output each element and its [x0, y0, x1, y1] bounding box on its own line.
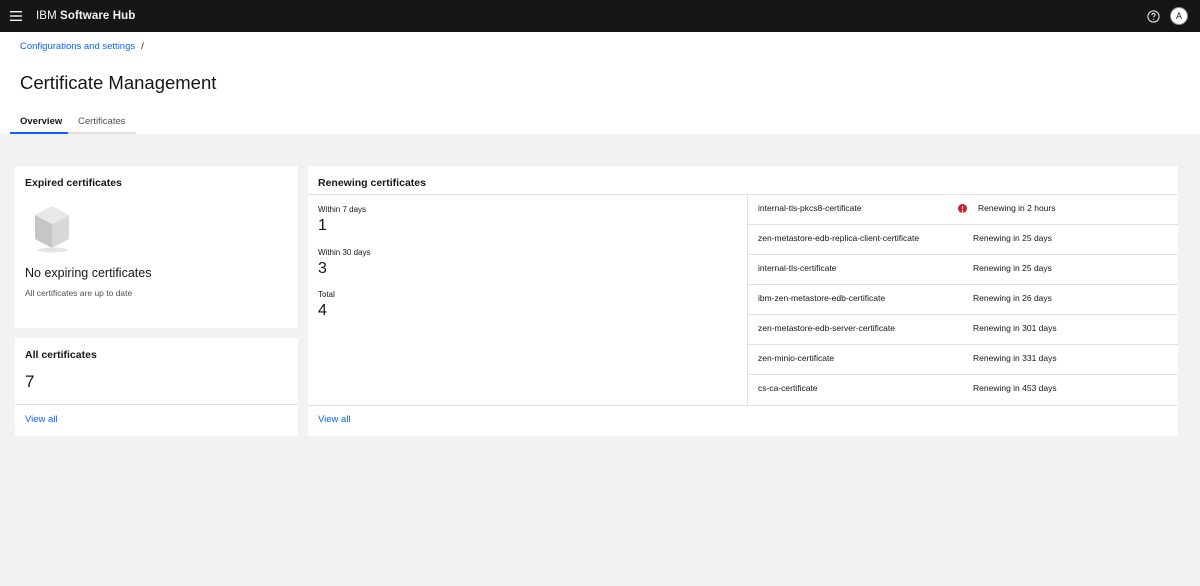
error-filled-icon — [958, 204, 967, 213]
list-item[interactable]: internal-tls-pkcs8-certificate Renewing … — [748, 195, 1178, 225]
list-item[interactable]: cs-ca-certificate Renewing in 453 days — [748, 375, 1178, 405]
expired-certificates-card: Expired certificates No expiring certifi… — [15, 166, 298, 328]
card-divider — [15, 404, 298, 405]
empty-state-title: No expiring certificates — [25, 266, 152, 280]
card-divider — [308, 405, 1178, 406]
all-certificates-count: 7 — [25, 372, 35, 391]
page-header: Configurations and settings / Certificat… — [0, 32, 1200, 134]
empty-state-subtitle: All certificates are up to date — [25, 288, 133, 298]
renewing-card-title: Renewing certificates — [318, 177, 426, 189]
top-header: IBM Software Hub A — [0, 0, 1200, 32]
renewing-view-all-link[interactable]: View all — [318, 414, 351, 425]
list-item[interactable]: zen-metastore-edb-server-certificate Ren… — [748, 315, 1178, 345]
help-icon[interactable] — [1138, 0, 1168, 32]
certificate-status: Renewing in 2 hours — [978, 203, 1056, 213]
list-item[interactable]: internal-tls-certificate Renewing in 25 … — [748, 255, 1178, 285]
breadcrumb-configurations-link[interactable]: Configurations and settings — [20, 41, 135, 52]
certificate-status: Renewing in 301 days — [973, 323, 1057, 333]
certificate-status: Renewing in 26 days — [973, 293, 1052, 303]
certificate-name: internal-tls-certificate — [758, 263, 837, 273]
stat-label-within-7-days: Within 7 days — [318, 205, 367, 214]
list-item[interactable]: zen-minio-certificate Renewing in 331 da… — [748, 345, 1178, 375]
stat-value-within-7-days: 1 — [318, 217, 327, 234]
page-title: Certificate Management — [20, 72, 217, 93]
certificate-status: Renewing in 331 days — [973, 353, 1057, 363]
certificate-name: internal-tls-pkcs8-certificate — [758, 203, 862, 213]
certificate-status: Renewing in 453 days — [973, 383, 1057, 393]
certificate-name: ibm-zen-metastore-edb-certificate — [758, 293, 886, 303]
list-item[interactable]: ibm-zen-metastore-edb-certificate Renewi… — [748, 285, 1178, 315]
brand-ibm: IBM — [36, 10, 57, 22]
list-item[interactable]: zen-metastore-edb-replica-client-certifi… — [748, 225, 1178, 255]
certificate-status: Renewing in 25 days — [973, 263, 1052, 273]
stat-label-within-30-days: Within 30 days — [318, 248, 371, 257]
product-name[interactable]: IBM Software Hub — [36, 10, 135, 22]
breadcrumb-separator: / — [141, 41, 144, 52]
renewing-certificates-card: Renewing certificates Within 7 days 1 Wi… — [308, 166, 1178, 436]
cube-icon — [32, 204, 72, 259]
all-certificates-card: All certificates 7 View all — [15, 338, 298, 436]
certificate-name: zen-minio-certificate — [758, 353, 835, 363]
stat-value-total: 4 — [318, 302, 327, 319]
certificate-name: zen-metastore-edb-server-certificate — [758, 323, 895, 333]
tab-overview[interactable]: Overview — [10, 112, 68, 134]
certificate-name: zen-metastore-edb-replica-client-certifi… — [758, 233, 920, 243]
stat-label-total: Total — [318, 290, 335, 299]
expired-card-title: Expired certificates — [25, 177, 122, 189]
hamburger-menu-icon[interactable] — [1, 0, 31, 32]
user-avatar[interactable]: A — [1170, 7, 1188, 25]
tab-list: Overview Certificates — [10, 112, 136, 134]
all-certificates-title: All certificates — [25, 349, 97, 361]
certificate-name: cs-ca-certificate — [758, 383, 818, 393]
certificate-status: Renewing in 25 days — [973, 233, 1052, 243]
all-certificates-view-all-link[interactable]: View all — [25, 414, 58, 425]
brand-product: Software Hub — [60, 10, 136, 22]
renewing-certificate-list: internal-tls-pkcs8-certificate Renewing … — [748, 195, 1178, 405]
tab-certificates[interactable]: Certificates — [68, 112, 136, 134]
stat-value-within-30-days: 3 — [318, 260, 327, 277]
breadcrumb: Configurations and settings / — [20, 41, 144, 52]
